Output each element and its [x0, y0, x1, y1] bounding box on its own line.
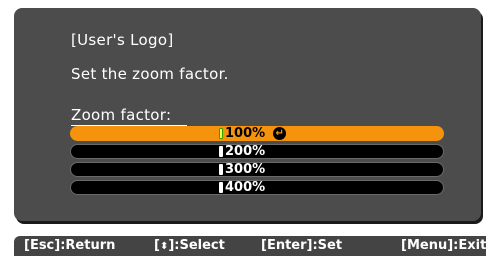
- esc-return-hint: [Esc]:Return: [24, 238, 116, 253]
- zoom-option-200[interactable]: 200%: [70, 144, 444, 159]
- help-footer: [Esc]:Return [⬍]:Select [Enter]:Set [Men…: [14, 236, 486, 256]
- zoom-factor-label: Zoom factor:: [71, 106, 172, 124]
- select-hint: [⬍]:Select: [154, 238, 225, 253]
- select-hint-suffix: ]:Select: [168, 238, 225, 253]
- zoom-option-label: 200%: [225, 144, 266, 159]
- zoom-option-label: 400%: [225, 180, 266, 195]
- zoom-option-100[interactable]: 100% ↵: [70, 126, 444, 141]
- enter-icon: ↵: [273, 127, 287, 140]
- zoom-option-400[interactable]: 400%: [70, 180, 444, 195]
- option-marker-icon: [219, 146, 223, 157]
- menu-exit-hint: [Menu]:Exit: [401, 238, 486, 253]
- zoom-option-label: 300%: [225, 162, 266, 177]
- zoom-dialog-panel: [User's Logo] Set the zoom factor. Zoom …: [14, 8, 481, 221]
- enter-set-hint: [Enter]:Set: [261, 238, 343, 253]
- dialog-prompt: Set the zoom factor.: [71, 65, 229, 83]
- option-marker-icon: [219, 182, 223, 193]
- selected-marker-icon: [219, 128, 223, 139]
- zoom-option-300[interactable]: 300%: [70, 162, 444, 177]
- dialog-title: [User's Logo]: [71, 31, 174, 49]
- option-marker-icon: [219, 164, 223, 175]
- zoom-option-label: 100%: [225, 126, 266, 141]
